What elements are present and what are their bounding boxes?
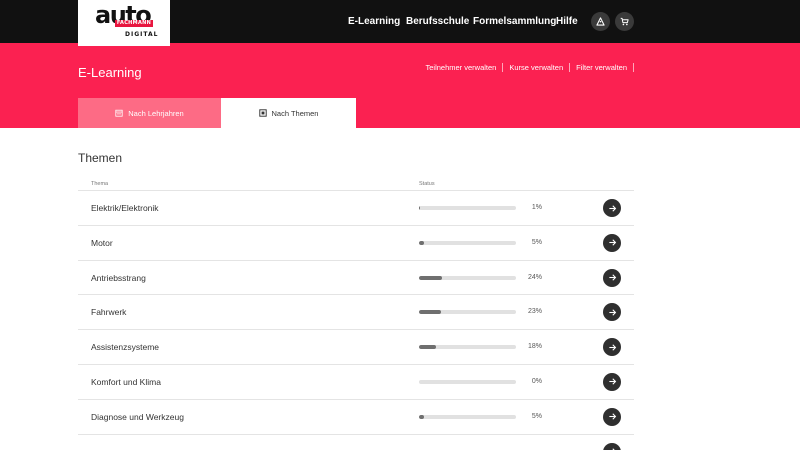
progress-bar [419, 206, 516, 210]
tab-label: Nach Themen [271, 108, 319, 118]
user-icon [596, 17, 605, 26]
open-topic-button[interactable] [603, 338, 621, 357]
progress-fill [419, 345, 437, 350]
column-header-status: Status [419, 181, 435, 187]
progress-percent: 5% [531, 412, 542, 420]
cart-button[interactable] [615, 12, 634, 31]
progress-fill [419, 275, 443, 280]
arrow-right-icon [608, 204, 616, 212]
hero-banner: E-Learning Teilnehmer verwalten Kurse ve… [0, 43, 800, 128]
table-row[interactable]: Diagnose und Werkzeug 5% [78, 400, 634, 435]
progress-percent: 0% [531, 377, 542, 385]
progress-fill [419, 240, 424, 245]
logo-strip: FACHMANN [115, 20, 153, 27]
progress-percent: 1% [531, 204, 542, 211]
open-topic-button[interactable] [603, 372, 621, 391]
calendar-icon [115, 109, 123, 117]
column-header-thema: Thema [91, 181, 109, 187]
topic-name: Fahrwerk [91, 307, 127, 318]
tab-nach-themen[interactable]: Nach Themen [221, 98, 356, 128]
arrow-right-icon [608, 413, 616, 420]
arrow-right-icon [608, 239, 616, 246]
topic-name: Motor [91, 237, 113, 248]
progress-fill [419, 206, 420, 210]
topic-name: Komfort und Klima [91, 376, 161, 387]
table-row[interactable] [78, 435, 634, 450]
cart-icon [620, 17, 629, 26]
logo[interactable]: auto FACHMANN DIGITAL [78, 0, 170, 46]
table-row[interactable]: Antriebsstrang 24% [78, 261, 634, 296]
admin-links: Teilnehmer verwalten Kurse verwalten Fil… [419, 63, 634, 72]
link-filter-verwalten[interactable]: Filter verwalten [570, 63, 634, 72]
tab-nach-lehrjahren[interactable]: Nach Lehrjahren [78, 98, 221, 128]
page-title: E-Learning [78, 65, 142, 80]
nav-link-berufsschule[interactable]: Berufsschule [406, 0, 469, 43]
logo-subtitle: DIGITAL [125, 31, 159, 38]
tab-label: Nach Lehrjahren [128, 108, 184, 118]
open-topic-button[interactable] [603, 268, 621, 287]
progress-fill [419, 310, 442, 315]
progress-percent: 18% [527, 343, 542, 351]
open-topic-button[interactable] [603, 407, 621, 426]
progress-fill [419, 414, 424, 419]
arrow-right-icon [608, 274, 616, 281]
nav-link-hilfe[interactable]: Hilfe [556, 0, 578, 43]
arrow-right-icon [608, 378, 616, 386]
open-topic-button[interactable] [603, 199, 621, 217]
table-row[interactable]: Assistenzsysteme 18% [78, 330, 634, 365]
topic-name: Assistenzsysteme [91, 342, 160, 353]
table-row[interactable]: Komfort und Klima 0% [78, 365, 634, 400]
nav-link-e-learning[interactable]: E-Learning [348, 0, 400, 43]
progress-percent: 5% [531, 238, 542, 246]
section-title: Themen [78, 151, 123, 165]
link-kurse-verwalten[interactable]: Kurse verwalten [503, 63, 571, 72]
open-topic-button[interactable] [603, 303, 621, 322]
arrow-right-icon [608, 344, 616, 351]
table-row[interactable]: Fahrwerk 23% [78, 295, 634, 331]
topics-table: Thema Status Elektrik/Elektronik 1% Motor 5… [78, 177, 634, 450]
table-row[interactable]: Motor 5% [78, 226, 634, 261]
topic-name: Diagnose und Werkzeug [91, 411, 184, 422]
table-row[interactable]: Elektrik/Elektronik 1% [78, 191, 634, 226]
topic-name: Elektrik/Elektronik [91, 203, 159, 213]
progress-bar [419, 240, 516, 245]
table-body: Elektrik/Elektronik 1% Motor 5% Antriebsstra… [78, 191, 634, 450]
progress-bar [419, 379, 516, 384]
progress-bar [419, 310, 516, 315]
arrow-right-icon [608, 309, 616, 316]
user-button[interactable] [591, 12, 610, 31]
topic-name: Antriebsstrang [91, 272, 146, 283]
link-teilnehmer-verwalten[interactable]: Teilnehmer verwalten [419, 63, 504, 72]
progress-percent: 23% [527, 308, 542, 316]
table-header: Thema Status [78, 177, 634, 191]
topics-icon [258, 109, 267, 117]
progress-bar [419, 414, 516, 419]
progress-bar [419, 345, 516, 350]
nav-link-formelsammlung[interactable]: Formelsammlung [473, 0, 556, 43]
open-topic-button[interactable] [603, 442, 621, 450]
progress-percent: 24% [527, 273, 542, 281]
open-topic-button[interactable] [603, 233, 621, 252]
progress-bar [419, 275, 516, 280]
